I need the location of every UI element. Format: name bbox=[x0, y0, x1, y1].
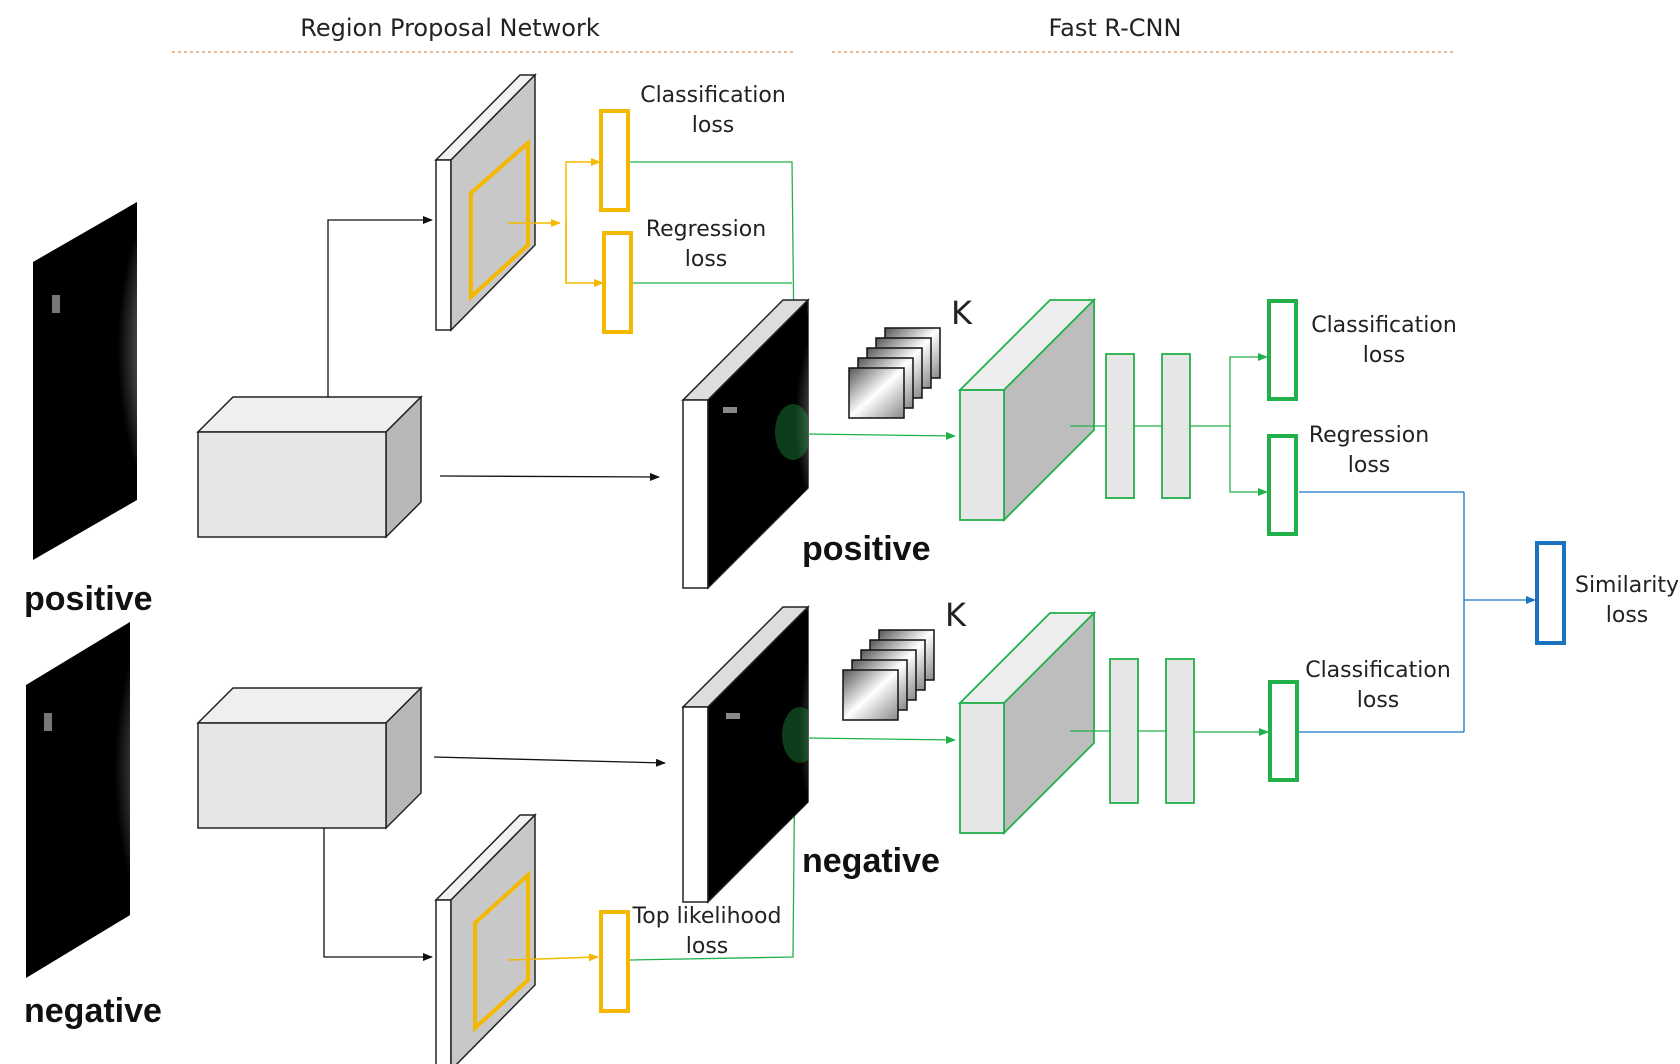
roi-patch-stack-bottom bbox=[842, 629, 935, 721]
rpn-top-to-reg-arrow bbox=[565, 223, 604, 287]
backbone-block-top bbox=[196, 395, 423, 539]
feature-map-negative-label: negative bbox=[802, 842, 940, 880]
input-negative-label: negative bbox=[24, 992, 162, 1030]
similarity-output-box bbox=[1535, 541, 1566, 645]
roi-count-top: K bbox=[951, 294, 973, 332]
frcnn-top-reg-label-2: loss bbox=[1348, 453, 1391, 478]
frcnn-top-reg-label-1: Regression bbox=[1309, 423, 1429, 448]
frcnn-conv-block-top bbox=[957, 297, 1097, 523]
rpn-feature-map-top bbox=[434, 73, 537, 332]
frcnn-bottom-fc2 bbox=[1165, 658, 1195, 804]
feature-to-frcnn-top-arrow bbox=[807, 431, 956, 440]
roi-count-bottom: K bbox=[945, 596, 967, 634]
similarity-loss-label-1: Similarity bbox=[1575, 573, 1679, 598]
frcnn-header: Fast R-CNN bbox=[1049, 14, 1182, 42]
frcnn-bottom-fc1 bbox=[1109, 658, 1139, 804]
rpn-reg-loss-label-1: Regression bbox=[646, 217, 766, 242]
frcnn-bottom-cls-label-2: loss bbox=[1357, 688, 1400, 713]
backbone-block-bottom bbox=[196, 686, 423, 830]
rpn-top-likelihood-label-1: Top likelihood bbox=[632, 904, 782, 929]
rpn-top-likelihood-output-box bbox=[599, 910, 630, 1013]
backbone-to-feature-top-arrow bbox=[439, 472, 660, 481]
rpn-feature-map-bottom bbox=[434, 813, 537, 1064]
frcnn-conv-block-bottom bbox=[957, 610, 1097, 836]
frcnn-top-fc1 bbox=[1105, 353, 1135, 499]
frcnn-top-fc2 bbox=[1161, 353, 1191, 499]
rpn-reg-loss-label-2: loss bbox=[685, 247, 728, 272]
frcnn-bottom-cls-output-box bbox=[1268, 680, 1299, 782]
similarity-loss-label-2: loss bbox=[1606, 603, 1649, 628]
feature-to-frcnn-bottom-arrow bbox=[807, 735, 956, 744]
roi-patch-stack-top bbox=[848, 327, 941, 419]
backbone-to-rpn-top-arrow bbox=[327, 216, 433, 397]
rpn-cls-output-box bbox=[599, 109, 630, 212]
rpn-cls-loss-label-1: Classification bbox=[640, 83, 786, 108]
frcnn-top-reg-output-box bbox=[1267, 434, 1298, 536]
backbone-to-feature-bottom-arrow bbox=[433, 756, 666, 767]
architecture-diagram: Region Proposal Network Fast R-CNN posit… bbox=[24, 14, 1679, 1064]
frcnn-top-to-cls-arrow bbox=[1190, 353, 1268, 427]
rpn-reg-output-box bbox=[602, 231, 633, 334]
frcnn-bottom-cls-label-1: Classification bbox=[1305, 658, 1451, 683]
diagram-canvas: Region Proposal Network Fast R-CNN posit… bbox=[0, 0, 1680, 1064]
frcnn-top-cls-output-box bbox=[1267, 299, 1298, 401]
rpn-top-to-cls-arrow bbox=[565, 158, 601, 283]
rpn-top-likelihood-label-2: loss bbox=[686, 934, 729, 959]
input-mammogram-positive bbox=[33, 202, 137, 560]
rpn-cls-loss-label-2: loss bbox=[692, 113, 735, 138]
frcnn-top-cls-label-1: Classification bbox=[1311, 313, 1457, 338]
feature-map-positive-label: positive bbox=[802, 530, 930, 568]
frcnn-top-cls-label-2: loss bbox=[1363, 343, 1406, 368]
frcnn-top-to-reg-arrow bbox=[1229, 426, 1268, 496]
input-positive-label: positive bbox=[24, 580, 152, 618]
rpn-header: Region Proposal Network bbox=[300, 14, 600, 42]
backbone-to-rpn-bottom-arrow bbox=[323, 828, 433, 961]
